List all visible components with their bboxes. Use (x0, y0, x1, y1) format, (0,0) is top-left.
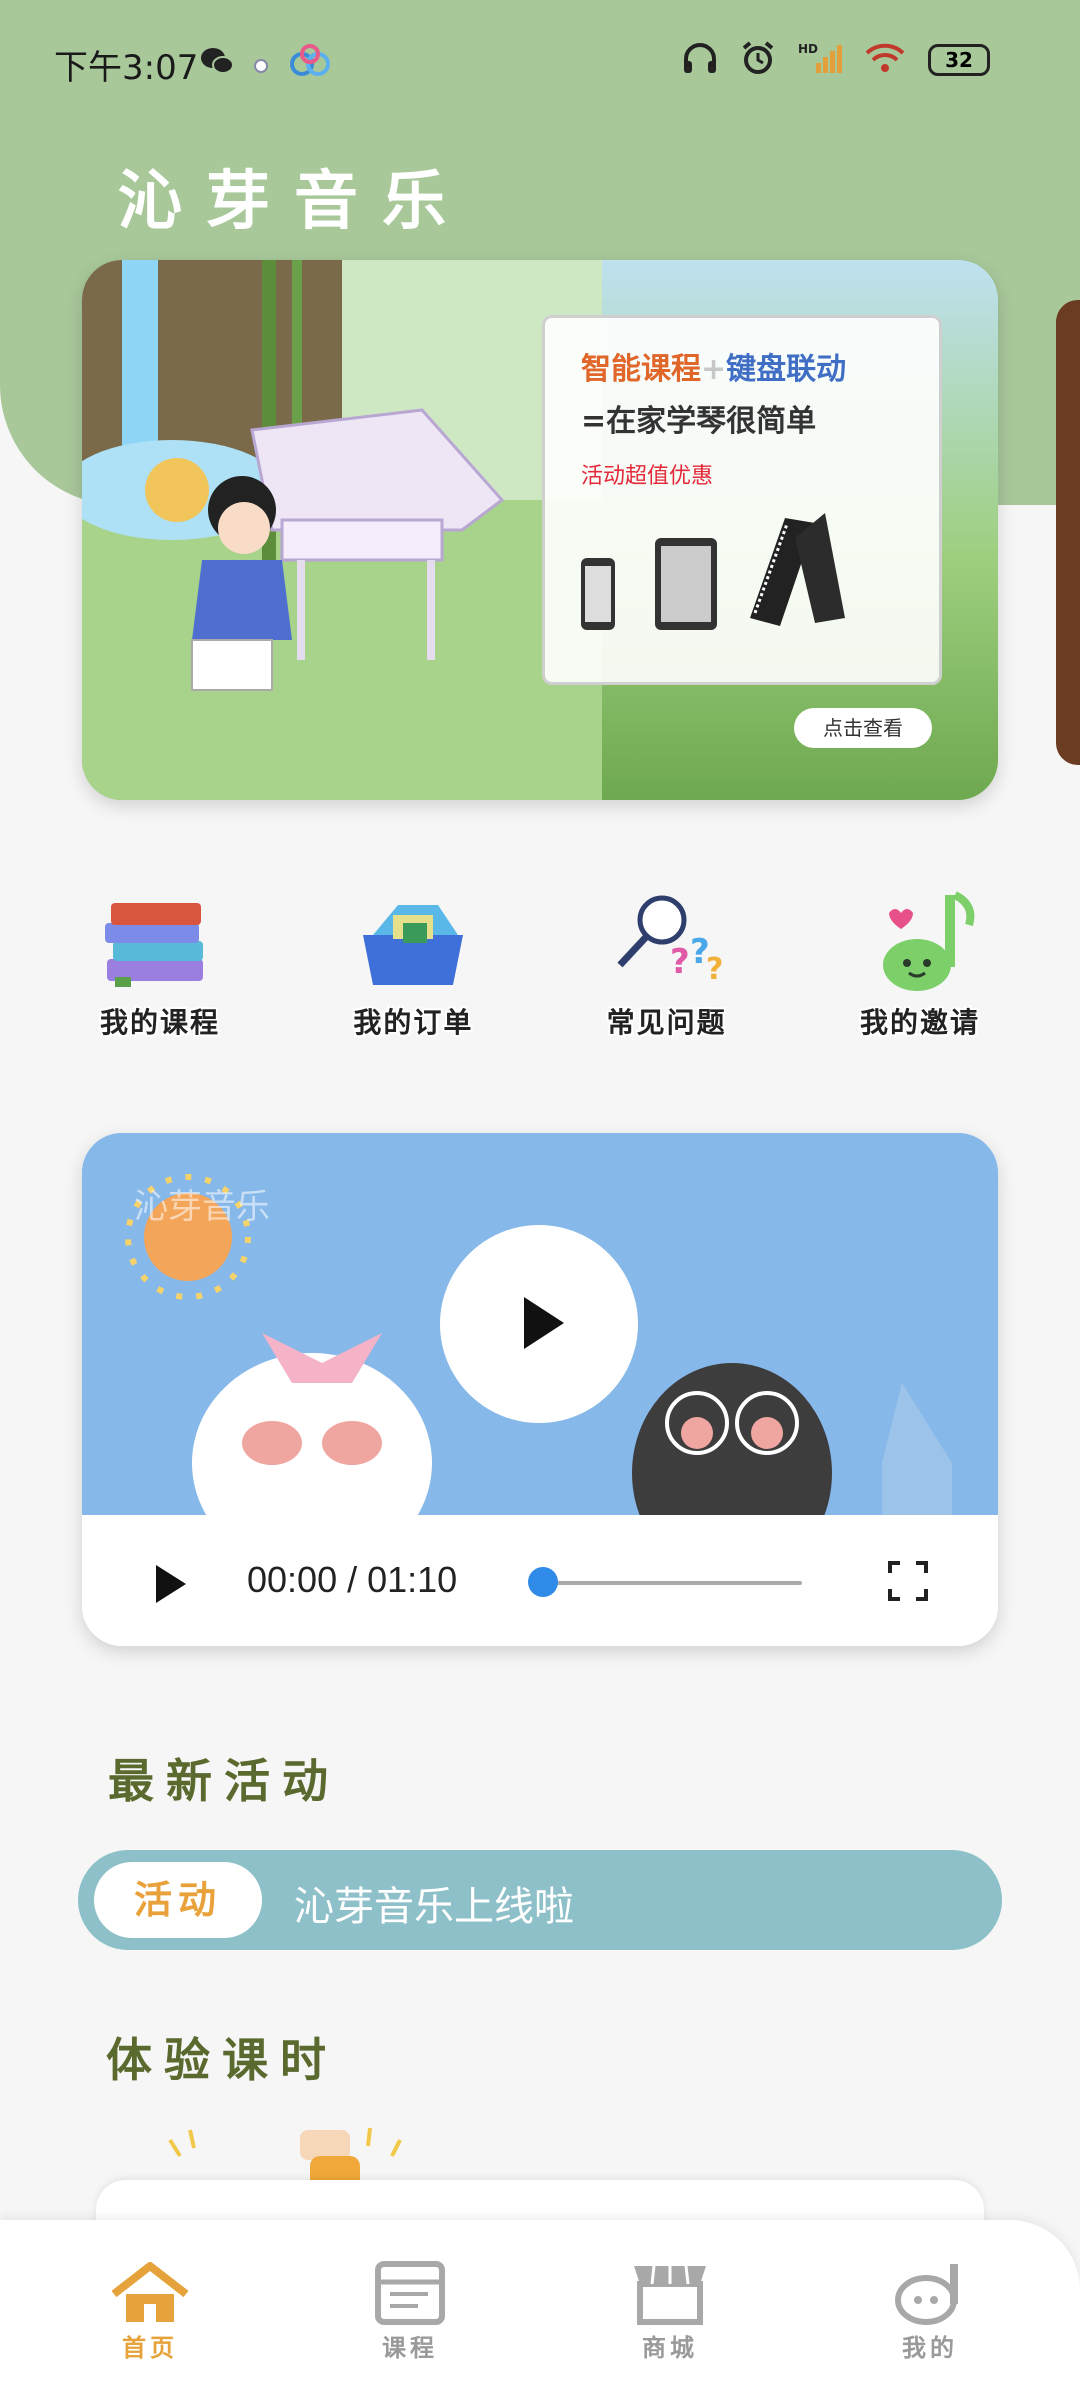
promo-banner[interactable]: 智能课程+键盘联动 =在家学琴很简单 活动超值优惠 点击查看 (82, 260, 998, 800)
status-time: 下午3:07 (54, 48, 199, 88)
wifi-icon (864, 41, 906, 79)
svg-text:?: ? (706, 952, 723, 987)
nav-courses-label: 课程 (382, 2334, 438, 2362)
profile-icon (895, 2264, 958, 2325)
signal-icon: HD (798, 41, 842, 79)
activity-tag: 活动 (94, 1862, 262, 1938)
my-courses-entry[interactable]: 我的课程 (80, 885, 240, 1041)
faq-magnifier-icon: ? ? ? (617, 895, 723, 987)
quick-entry-row: 我的课程 我的订单 ? ? ? 常见问题 我的邀请 (80, 885, 1000, 1041)
my-orders-entry[interactable]: 我的订单 (333, 885, 493, 1041)
headphones-icon (682, 41, 718, 79)
status-left-icons (200, 44, 332, 86)
course-icon (375, 2261, 445, 2325)
status-right-icons: HD 32 (682, 40, 990, 80)
promo-headline: 智能课程+键盘联动 (581, 344, 846, 388)
promo-smart-course: 智能课程 (581, 352, 701, 387)
latest-activity-title: 最新活动 (108, 1754, 340, 1808)
banner-illustration (82, 260, 602, 800)
music-note-icon (882, 891, 975, 991)
books-icon (105, 903, 203, 987)
activity-text: 沁芽音乐上线啦 (294, 1884, 574, 1930)
cloud-app-icon (288, 44, 332, 86)
nav-shop-label: 商城 (642, 2334, 698, 2362)
nav-home-label: 首页 (122, 2334, 178, 2362)
svg-text:HD: HD (798, 42, 818, 56)
promo-plus: + (701, 352, 727, 387)
big-play-button[interactable] (440, 1225, 638, 1423)
faq-entry[interactable]: ? ? ? 常见问题 (587, 885, 747, 1041)
video-player[interactable]: 沁芽音乐 00:00 / 01:10 (82, 1133, 998, 1646)
alarm-icon (740, 40, 776, 80)
trial-lessons-title: 体验课时 (106, 2033, 338, 2087)
nav-profile-label: 我的 (902, 2334, 958, 2362)
nav-shop[interactable]: 商城 (600, 2260, 740, 2363)
shop-icon (634, 2265, 706, 2325)
view-details-button[interactable]: 点击查看 (794, 708, 932, 748)
small-app-icon (252, 48, 270, 83)
status-bar: 下午3:07 HD 32 (0, 0, 1080, 120)
wechat-icon (200, 46, 234, 84)
bottom-navigation: 首页 课程 商城 我的 (0, 2220, 1080, 2400)
battery-icon: 32 (928, 44, 990, 76)
svg-text:?: ? (670, 942, 690, 982)
my-invites-entry[interactable]: 我的邀请 (840, 885, 1000, 1041)
video-progress-knob[interactable] (528, 1567, 558, 1597)
nav-courses[interactable]: 课程 (340, 2260, 480, 2363)
promo-card: 智能课程+键盘联动 =在家学琴很简单 活动超值优惠 (542, 315, 942, 685)
devices-illustration (581, 513, 845, 630)
video-time: 00:00 / 01:10 (247, 1559, 458, 1600)
nav-home[interactable]: 首页 (80, 2260, 220, 2363)
order-box-icon (363, 905, 464, 985)
nav-profile[interactable]: 我的 (860, 2260, 1000, 2363)
video-controls: 00:00 / 01:10 (82, 1515, 998, 1646)
promo-keyboard-link: 键盘联动 (726, 352, 847, 387)
app-title: 沁芽音乐 (118, 164, 470, 239)
home-icon (111, 2262, 189, 2322)
video-progress-track[interactable] (542, 1581, 802, 1585)
promo-subline: =在家学琴很简单 (581, 404, 817, 439)
promo-offer: 活动超值优惠 (581, 464, 714, 489)
activity-banner[interactable]: 活动 沁芽音乐上线啦 (78, 1850, 1002, 1950)
next-banner-peek[interactable] (1056, 300, 1080, 765)
fullscreen-icon[interactable] (888, 1561, 928, 1601)
play-icon[interactable] (156, 1565, 186, 1603)
video-frame: 沁芽音乐 (82, 1133, 998, 1583)
my-orders-label: 我的订单 (353, 1006, 474, 1039)
faq-label: 常见问题 (606, 1006, 727, 1039)
my-invites-label: 我的邀请 (859, 1006, 980, 1039)
my-courses-label: 我的课程 (99, 1006, 220, 1039)
video-watermark: 沁芽音乐 (134, 1187, 270, 1227)
